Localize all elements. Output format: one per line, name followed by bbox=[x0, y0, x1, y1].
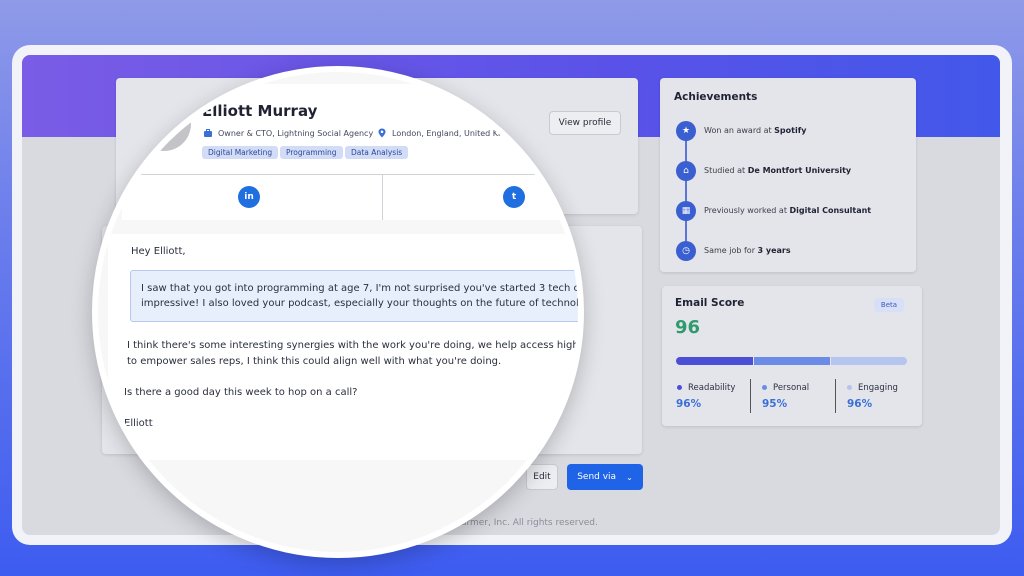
metric-engaging-label: Engaging bbox=[847, 383, 898, 393]
achievements-card bbox=[660, 78, 916, 272]
clock-icon: ◷ bbox=[676, 241, 696, 261]
achievement-item: Studied at De Montfort University bbox=[704, 166, 852, 175]
tag-digital-marketing: Digital Marketing bbox=[202, 146, 279, 159]
beta-badge: Beta bbox=[874, 298, 904, 312]
email-score-value: 96 bbox=[675, 317, 701, 338]
metric-engaging-value: 96% bbox=[847, 398, 873, 410]
metric-personal-label: Personal bbox=[762, 383, 809, 393]
magnifier-lens: EM Elliott Murray Owner & CTO, Lightning… bbox=[92, 66, 584, 558]
email-score-title: Email Score bbox=[675, 297, 745, 309]
chevron-down-icon: ⌄ bbox=[626, 472, 633, 482]
profile-location-text: London, England, United Kingdom bbox=[392, 128, 529, 138]
send-via-label: Send via bbox=[577, 472, 617, 482]
location-pin-icon bbox=[377, 128, 387, 138]
profile-location: London, England, United Kingdom bbox=[377, 128, 528, 138]
twitter-icon[interactable]: t bbox=[503, 186, 525, 208]
score-bar-personal bbox=[754, 357, 830, 365]
send-via-button[interactable]: Send via ⌄ bbox=[567, 464, 643, 490]
personalized-highlight[interactable]: I saw that you got into programming at a… bbox=[130, 270, 584, 322]
profile-name: Elliott Murray bbox=[202, 102, 318, 120]
achievements-title: Achievements bbox=[674, 91, 758, 103]
score-bar-engaging bbox=[831, 357, 907, 365]
achievement-item: Previously worked at Digital Consultant bbox=[704, 206, 872, 215]
building-icon: ▦ bbox=[676, 201, 696, 221]
metric-readability-label: Readability bbox=[677, 383, 735, 393]
metric-personal-value: 95% bbox=[762, 398, 788, 410]
email-question: Is there a good day this week to hop on … bbox=[124, 387, 358, 398]
profile-divider bbox=[122, 174, 578, 175]
highlight-line-2: impressive! I also loved your podcast, e… bbox=[141, 298, 584, 309]
star-icon: ★ bbox=[676, 121, 696, 141]
email-body-line-2: to empower sales reps, I think this coul… bbox=[127, 356, 502, 367]
achievements-timeline bbox=[685, 138, 687, 250]
tag-data-analysis: Data Analysis bbox=[345, 146, 409, 159]
score-bar-readability bbox=[676, 357, 753, 365]
university-icon: ⌂ bbox=[676, 161, 696, 181]
metric-divider bbox=[835, 379, 836, 413]
metric-divider bbox=[750, 379, 751, 413]
achievement-item: Same job for 3 years bbox=[704, 246, 791, 255]
tag-programming: Programming bbox=[280, 146, 343, 159]
profile-role: Owner & CTO, Lightning Social Agency bbox=[203, 128, 373, 138]
briefcase-icon bbox=[203, 128, 213, 138]
lens-content: EM Elliott Murray Owner & CTO, Lightning… bbox=[98, 72, 584, 552]
email-signoff: Elliott bbox=[124, 418, 153, 429]
avatar: EM bbox=[137, 97, 191, 151]
achievement-item: Won an award at Spotify bbox=[704, 126, 807, 135]
email-greeting: Hey Elliott, bbox=[131, 246, 186, 257]
linkedin-icon[interactable]: in bbox=[238, 186, 260, 208]
email-body-line-1: I think there's some interesting synergi… bbox=[127, 340, 579, 351]
profile-role-text: Owner & CTO, Lightning Social Agency bbox=[218, 128, 374, 138]
metric-readability-value: 96% bbox=[676, 398, 702, 410]
highlight-line-1: I saw that you got into programming at a… bbox=[141, 283, 584, 294]
social-divider bbox=[382, 174, 383, 220]
